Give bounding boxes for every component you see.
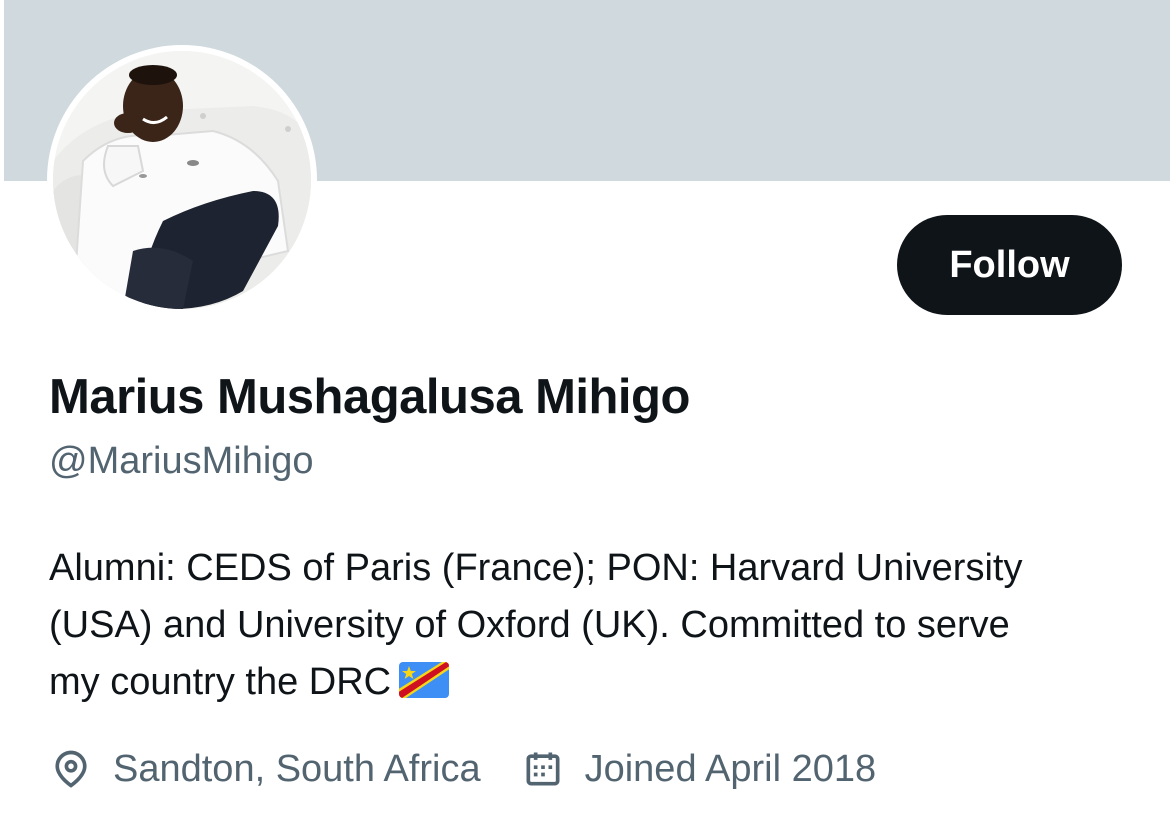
flag-drc-icon bbox=[399, 658, 450, 715]
location-pin-icon bbox=[49, 747, 93, 791]
bio-line-last: my country the DRC bbox=[49, 654, 1149, 715]
follow-button[interactable]: Follow bbox=[897, 215, 1122, 315]
profile-joined-text: Joined April 2018 bbox=[584, 747, 877, 790]
bio-line: (USA) and University of Oxford (UK). Com… bbox=[49, 604, 1010, 646]
profile-display-name: Marius Mushagalusa Mihigo bbox=[49, 370, 690, 424]
profile-location: Sandton, South Africa bbox=[49, 747, 481, 791]
profile-joined: Joined April 2018 bbox=[521, 747, 877, 791]
avatar-photo bbox=[53, 51, 311, 309]
calendar-icon bbox=[521, 747, 565, 791]
profile-handle: @MariusMihigo bbox=[49, 440, 314, 482]
avatar[interactable] bbox=[53, 51, 311, 309]
bio-line-text: my country the DRC bbox=[49, 661, 392, 703]
bio-line: Alumni: CEDS of Paris (France); PON: Har… bbox=[49, 547, 1023, 589]
profile-location-text: Sandton, South Africa bbox=[113, 747, 481, 790]
profile-bio: Alumni: CEDS of Paris (France); PON: Har… bbox=[49, 540, 1149, 715]
profile-meta: Sandton, South Africa Joined April 2018 bbox=[49, 741, 876, 797]
